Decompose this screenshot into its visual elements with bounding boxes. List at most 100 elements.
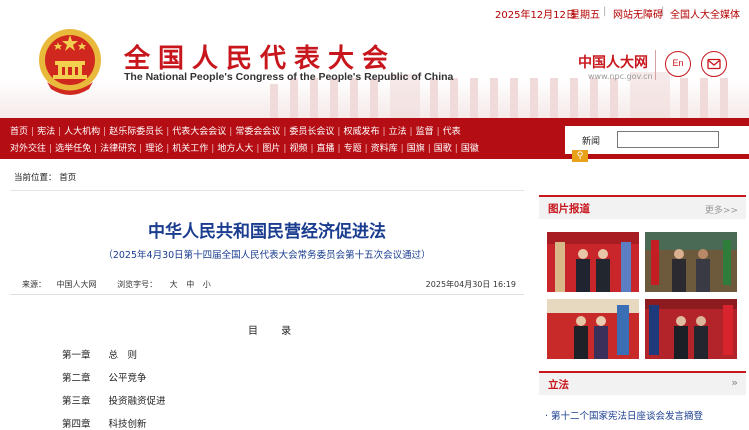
nav-item[interactable]: 赵乐际委员长 [109,127,163,137]
toc-chapter[interactable]: 第二章 公平竞争 [62,370,147,384]
nav-item[interactable]: 监督 [416,127,434,137]
nav-item[interactable]: 地方人大 [217,144,253,154]
news-photo[interactable] [547,299,639,359]
npc-logo-url: www.npc.gov.cn [588,72,653,81]
toc-heading: 目 录 [248,326,302,337]
date-text: 2025年12月12日 [495,10,576,21]
nav-divider: | [454,144,458,154]
nav-divider: | [139,144,143,154]
nav-divider: | [436,127,440,137]
nav-divider: | [364,144,368,154]
font-size-label: 浏览字号： [117,280,158,289]
news-photo-image [645,232,737,292]
divider: | [603,6,607,17]
law-news-link[interactable]: 第十二个国家宪法日座谈会发言摘登 [551,411,703,422]
nav-divider: | [94,144,98,154]
nav-item[interactable]: 国旗 [407,144,425,154]
article-subtitle: （2025年4月30日第十四届全国人民代表大会常务委员会第十五次会议通过） [103,250,431,261]
photo-report-title: 图片报道 [548,203,590,215]
article-datetime: 2025年04月30日 16:19 [425,280,516,289]
legislation-header: 立法 » [539,371,746,395]
chapter-number: 第二章 [62,373,91,384]
media-matrix-link[interactable]: 全国人大全媒体 [670,6,740,21]
font-size-large-link[interactable]: 大 [170,280,178,289]
top-bar: 2025年12月12日 星期五 | 网站无障碍 | 全国人大全媒体 [0,0,749,22]
nav-item[interactable]: 专题 [344,144,362,154]
chapter-number: 第一章 [62,350,91,361]
nav-item[interactable]: 国歌 [434,144,452,154]
news-photo[interactable] [645,232,737,292]
news-photo-image [547,232,639,292]
nav-divider: | [211,144,215,154]
news-photo-image [547,299,639,359]
breadcrumb: 当前位置： 首页 [14,171,76,183]
npc-logo-text[interactable]: 中国人大网 [578,52,648,72]
font-size-medium-link[interactable]: 中 [186,280,194,289]
search-icon: ⚲ [576,151,584,161]
nav-row-2: 对外交往 | 选举任免 | 法律研究 | 理论 | 机关工作 | 地方人大 | 图片 | 视频 | 直播 | 专题 |… [10,141,479,154]
legislation-more-link[interactable]: » [731,376,738,389]
weekday-text: 星期五 [570,10,600,21]
search-input[interactable] [617,131,719,148]
nav-divider: | [400,144,404,154]
nav-item[interactable]: 代表大会会议 [172,127,226,137]
chapter-name: 总 则 [108,350,138,361]
nav-item[interactable]: 视频 [289,144,307,154]
list-item[interactable]: · 第十二个国家宪法日座谈会发言摘登 [545,408,703,422]
nav-item[interactable]: 权威发布 [343,127,379,137]
nav-item[interactable]: 对外交往 [10,144,46,154]
photo-more-link[interactable]: 更多>> [705,203,738,216]
nav-item[interactable]: 国徽 [461,144,479,154]
nav-item[interactable]: 机关工作 [172,144,208,154]
toc-chapter[interactable]: 第三章 投资融资促进 [62,393,166,407]
nav-item[interactable]: 立法 [389,127,407,137]
nav-divider: | [103,127,107,137]
news-photo[interactable] [645,299,737,359]
nav-divider: | [283,144,287,154]
nav-item[interactable]: 常委会会议 [235,127,280,137]
nav-item[interactable]: 宪法 [37,127,55,137]
site-title-en: The National People's Congress of the Pe… [124,71,454,83]
nav-item[interactable]: 委员长会议 [289,127,334,137]
chapter-name: 公平竞争 [108,373,147,384]
nav-divider: | [166,144,170,154]
national-emblem-icon [39,29,101,95]
nav-item[interactable]: 首页 [10,127,28,137]
nav-divider: | [31,127,35,137]
source-label: 来源： [22,280,46,289]
search-category-label[interactable]: 新闻 [582,134,600,147]
nav-item[interactable]: 法律研究 [100,144,136,154]
mail-icon [707,58,721,70]
search-box: 新闻 [565,126,749,154]
search-button[interactable]: ⚲ [572,150,588,162]
nav-item[interactable]: 图片 [262,144,280,154]
font-size-small-link[interactable]: 小 [203,280,211,289]
nav-divider: | [427,144,431,154]
nav-item[interactable]: 理论 [145,144,163,154]
nav-item[interactable]: 人大机构 [64,127,100,137]
chapter-number: 第三章 [62,396,91,407]
photo-report-header: 图片报道 更多>> [539,195,746,219]
nav-divider: | [166,127,170,137]
accessibility-link[interactable]: 网站无障碍 [613,6,663,21]
breadcrumb-home-link[interactable]: 首页 [59,173,76,183]
nav-divider: | [337,127,341,137]
toc-chapter[interactable]: 第四章 科技创新 [62,416,147,430]
article: 中华人民共和国民营经济促进法 （2025年4月30日第十四届全国人民代表大会常务… [10,188,524,430]
article-meta: 来源： 中国人大网 浏览字号： 大 中 小 [22,279,211,290]
toc-chapter[interactable]: 第一章 总 则 [62,347,137,361]
news-photo-image [645,299,737,359]
nav-item[interactable]: 代表 [443,127,461,137]
nav-divider: | [58,127,62,137]
divider [10,294,524,295]
site-title-cn: 全国人民代表大会 [124,44,397,74]
news-photo[interactable] [547,232,639,292]
source-value: 中国人大网 [56,280,97,289]
nav-item[interactable]: 直播 [317,144,335,154]
nav-divider: | [256,144,260,154]
english-button[interactable]: En [665,51,691,77]
nav-item[interactable]: 选举任免 [55,144,91,154]
nav-divider: | [382,127,386,137]
mail-button[interactable] [701,51,727,77]
nav-item[interactable]: 资料库 [371,144,398,154]
